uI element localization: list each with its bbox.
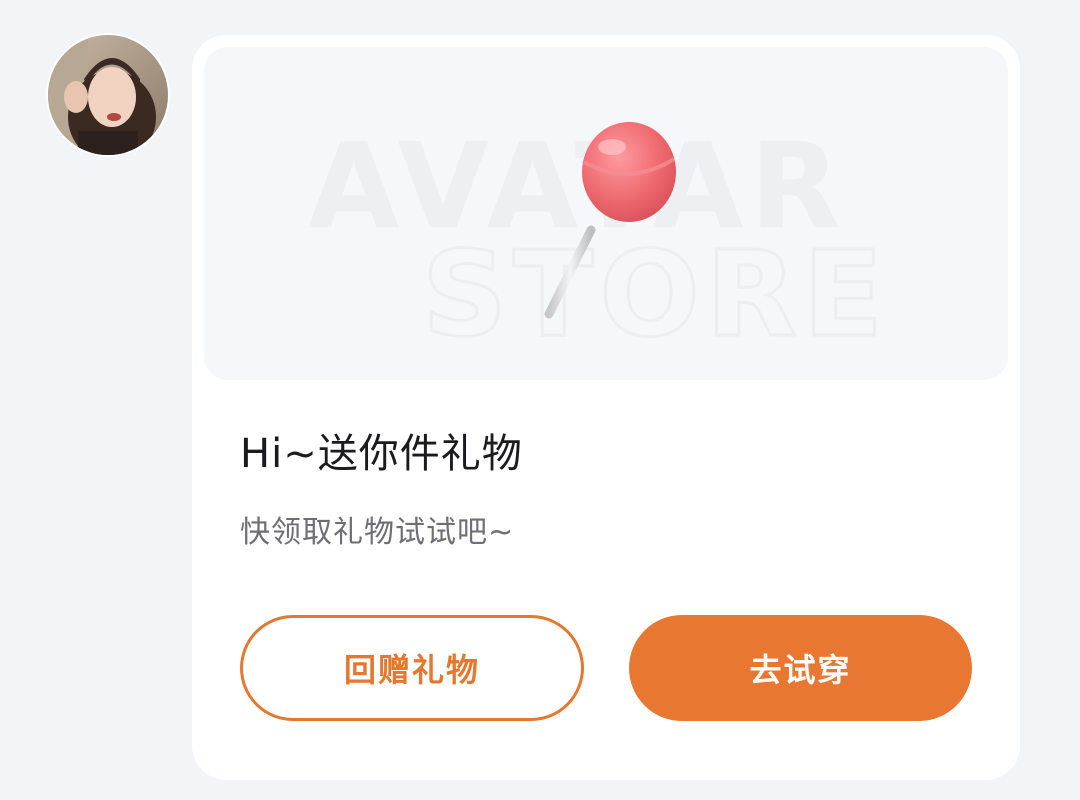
watermark-store: STORE [422, 225, 889, 363]
user-photo-avatar [48, 35, 168, 155]
try-on-button[interactable]: 去试穿 [629, 615, 972, 721]
sender-avatar[interactable] [48, 35, 168, 155]
gift-banner: AVATAR STORE [204, 47, 1008, 380]
gift-title: Hi~送你件礼物 [240, 431, 523, 477]
return-gift-button[interactable]: 回赠礼物 [240, 615, 584, 721]
banner-artwork: AVATAR STORE [308, 117, 889, 365]
gift-subtitle: 快领取礼物试试吧~ [240, 515, 515, 550]
gift-card: AVATAR STORE Hi~送你件礼物 快领取礼物试试吧~ 回赠礼物 去试穿 [192, 35, 1020, 780]
